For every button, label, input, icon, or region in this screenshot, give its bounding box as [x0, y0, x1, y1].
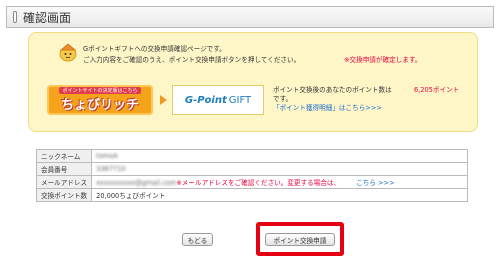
table-row: 交換ポイント数 20,000ちょびポイント — [35, 188, 468, 202]
notice-text-2: ご入力内容をご確認のうえ、ポイント交換申請ボタンを押してください。 — [83, 56, 301, 64]
back-button[interactable]: もどる — [182, 233, 213, 246]
page-title: 確認画面 — [23, 10, 72, 25]
table-row: ニックネーム tomoA — [35, 149, 468, 163]
gift-wordmark: GIFT — [228, 94, 252, 106]
table-row: 会員番号 3367710 — [35, 162, 468, 176]
exchange-request-button[interactable]: ポイント交換申請 — [265, 233, 335, 246]
member-number-label: 会員番号 — [35, 162, 93, 176]
email-label: メールアドレス — [35, 175, 93, 189]
email-note: ※メールアドレスをご確認ください。変更する場合は、 — [176, 179, 341, 187]
nickname-value: tomoA — [91, 149, 468, 163]
confirmation-table: ニックネーム tomoA 会員番号 3367710 メールアドレス xxxxxx… — [35, 149, 468, 202]
email-value: xxxxxxxxxx@gmail.com — [96, 179, 177, 187]
email-change-link[interactable]: こちら >>> — [356, 179, 394, 187]
member-number-value: 3367710 — [91, 162, 468, 176]
email-value-cell: xxxxxxxxxx@gmail.com※メールアドレスをご確認ください。変更す… — [91, 175, 468, 189]
header-marker — [13, 11, 17, 23]
chobirich-logo-caption: ポイントサイトの決定版はこちら — [59, 87, 141, 94]
nickname-label: ニックネーム — [35, 149, 93, 163]
gpoint-wordmark: G-Point — [184, 94, 227, 106]
mascot-icon — [59, 43, 77, 62]
gpoint-gift-logo: G-Point GIFT — [172, 85, 264, 115]
chobirich-logo-wordmark: ちょびリッチ — [60, 98, 139, 113]
notice-panel: Gポイントギフトへの交換申請確認ページです。 ご入力内容をご確認のうえ、ポイント… — [28, 32, 478, 132]
points-after-value: 6,205ポイント — [414, 86, 460, 94]
arrow-right-icon — [160, 95, 167, 105]
table-row: メールアドレス xxxxxxxxxx@gmail.com※メールアドレスをご確認… — [35, 175, 468, 189]
exchange-points-value: 20,000ちょびポイント — [91, 188, 468, 202]
page-header: 確認画面 — [6, 6, 494, 28]
chobirich-logo: ポイントサイトの決定版はこちら ちょびリッチ — [47, 85, 153, 115]
points-history-link[interactable]: 「ポイント獲得明細」はこちら>>> — [273, 102, 382, 112]
exchange-points-label: 交換ポイント数 — [35, 188, 93, 202]
notice-warning: ※交換申請が確定します。 — [344, 56, 422, 64]
notice-text-1: Gポイントギフトへの交換申請確認ページです。 — [83, 45, 226, 53]
